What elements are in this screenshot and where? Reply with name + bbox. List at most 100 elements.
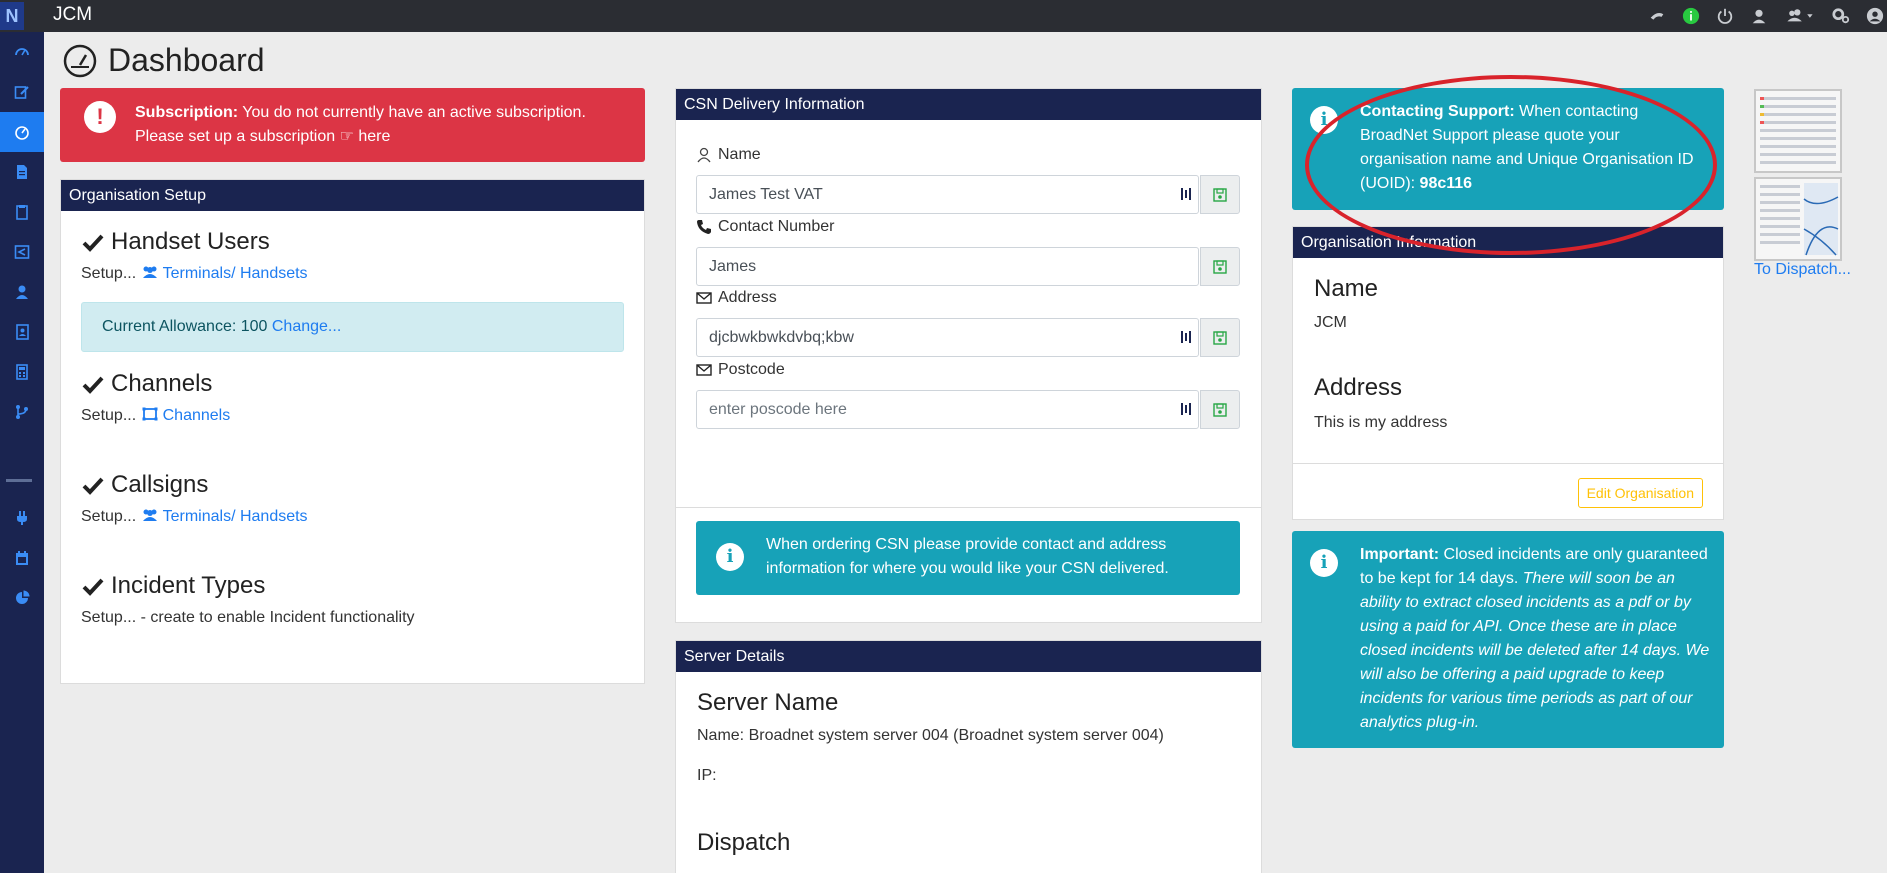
- callsigns-terminals-link[interactable]: Terminals/ Handsets: [141, 508, 308, 525]
- address-label-text: Address: [718, 289, 777, 306]
- important-text: Important: Closed incidents are only gua…: [1360, 543, 1710, 735]
- org-name-value: JCM: [1314, 314, 1347, 331]
- address-field-value[interactable]: djcbwkbwkdvbq;kbw: [709, 329, 854, 346]
- thumbs-up-icon: ☞: [339, 128, 359, 145]
- dashboard-icon: [63, 44, 97, 77]
- account-icon[interactable]: [1865, 6, 1885, 26]
- sidebar-pie-chart-icon[interactable]: [0, 578, 44, 618]
- save-contact-button[interactable]: [1200, 247, 1240, 286]
- check-icon: [82, 234, 104, 252]
- contact-number-field-value[interactable]: James: [709, 258, 756, 275]
- save-postcode-button[interactable]: [1200, 390, 1240, 429]
- subscription-alert: ! Subscription: You do not currently hav…: [60, 88, 645, 162]
- dispatch-preview-thumbnail[interactable]: [1754, 89, 1842, 173]
- sidebar-calendar-icon[interactable]: [0, 538, 44, 578]
- postcode-label: Postcode: [696, 361, 785, 379]
- server-name-line: Name: Broadnet system server 004 (Broadn…: [697, 727, 1164, 744]
- edit-organisation-button[interactable]: Edit Organisation: [1577, 478, 1703, 508]
- contact-number-field[interactable]: James: [696, 247, 1199, 286]
- org-address-title: Address: [1314, 374, 1403, 401]
- csn-delivery-header: CSN Delivery Information: [676, 89, 1261, 120]
- to-dispatch-link[interactable]: To Dispatch...: [1754, 261, 1851, 279]
- incident-types-title-text: Incident Types: [111, 572, 266, 599]
- dispatch-icon[interactable]: [1647, 6, 1667, 26]
- cogs-icon[interactable]: [1831, 6, 1851, 26]
- save-address-button[interactable]: [1200, 318, 1240, 357]
- channels-link[interactable]: Channels: [141, 407, 231, 424]
- channels-setup-label: Setup...: [81, 407, 137, 424]
- sidebar-plug-icon[interactable]: [0, 498, 44, 538]
- save-name-button[interactable]: [1200, 175, 1240, 214]
- sidebar-dashboard-icon[interactable]: [0, 32, 44, 72]
- object-group-icon: [142, 407, 158, 421]
- terminals-handsets-link-text[interactable]: Terminals/ Handsets: [163, 265, 308, 282]
- sidebar: [0, 32, 44, 873]
- top-navbar: N JCM: [0, 0, 1887, 32]
- server-name-title: Server Name: [697, 689, 839, 716]
- sidebar-edit-icon[interactable]: [0, 72, 44, 112]
- sidebar-clipboard-icon[interactable]: [0, 192, 44, 232]
- org-address-value: This is my address: [1314, 414, 1448, 431]
- check-icon: [82, 578, 104, 596]
- name-field-value[interactable]: James Test VAT: [709, 186, 823, 203]
- important-label: Important:: [1360, 546, 1440, 563]
- dispatch-title: Dispatch: [697, 829, 791, 856]
- sidebar-address-book-icon[interactable]: [0, 312, 44, 352]
- app-title[interactable]: JCM: [53, 4, 92, 26]
- dispatch-map-thumbnail[interactable]: [1754, 177, 1842, 261]
- sidebar-user-icon[interactable]: [0, 272, 44, 312]
- postcode-field-placeholder[interactable]: enter poscode here: [709, 401, 847, 418]
- support-label: Contacting Support:: [1360, 103, 1515, 120]
- server-ip-line: IP:: [697, 767, 717, 784]
- postcode-field[interactable]: enter poscode here: [696, 390, 1199, 429]
- callsigns-title-text: Callsigns: [111, 471, 209, 498]
- name-field[interactable]: James Test VAT: [696, 175, 1199, 214]
- exclamation-icon: !: [84, 101, 116, 133]
- sidebar-file-icon[interactable]: [0, 152, 44, 192]
- page-title-text: Dashboard: [108, 42, 265, 78]
- sidebar-calculator-icon[interactable]: [0, 352, 44, 392]
- user-icon: [697, 147, 711, 163]
- channels-link-text[interactable]: Channels: [163, 407, 231, 424]
- callsigns-terminals-link-text[interactable]: Terminals/ Handsets: [163, 508, 308, 525]
- page-title: Dashboard: [62, 42, 265, 79]
- handset-users-title-text: Handset Users: [111, 228, 270, 255]
- terminals-handsets-link[interactable]: Terminals/ Handsets: [141, 265, 308, 282]
- user-secret-icon[interactable]: [1749, 6, 1769, 26]
- info-icon: i: [1310, 549, 1338, 577]
- csn-info-alert: i When ordering CSN please provide conta…: [696, 521, 1240, 595]
- change-allowance-link[interactable]: Change...: [272, 318, 341, 335]
- contacting-support-alert: i Contacting Support: When contacting Br…: [1292, 88, 1724, 210]
- check-icon: [82, 376, 104, 394]
- password-manager-icon[interactable]: [1180, 329, 1192, 345]
- subscription-alert-text: Subscription: You do not currently have …: [135, 101, 625, 149]
- address-field[interactable]: djcbwkbwkdvbq;kbw: [696, 318, 1199, 357]
- incident-types-setup: Setup... - create to enable Incident fun…: [81, 609, 415, 626]
- sidebar-separator: [6, 479, 32, 482]
- postcode-label-text: Postcode: [718, 361, 785, 378]
- topbar-icons: [1647, 3, 1887, 29]
- phone-icon: [697, 220, 711, 234]
- app-logo[interactable]: N: [0, 2, 24, 30]
- organisation-setup-card: Organisation Setup Handset Users Setup..…: [60, 179, 645, 684]
- power-icon[interactable]: [1715, 6, 1735, 26]
- password-manager-icon[interactable]: [1180, 401, 1192, 417]
- current-allowance-text: Current Allowance: 100: [102, 318, 272, 335]
- save-icon: [1213, 402, 1227, 417]
- password-manager-icon[interactable]: [1180, 186, 1192, 202]
- important-alert: i Important: Closed incidents are only g…: [1292, 531, 1724, 748]
- users-icon: [142, 266, 157, 278]
- save-icon: [1213, 187, 1227, 202]
- sidebar-share-icon[interactable]: [0, 232, 44, 272]
- subscription-link[interactable]: here: [358, 128, 390, 145]
- sidebar-dashboard-active-icon[interactable]: [0, 112, 44, 152]
- channels-setup: Setup... Channels: [81, 407, 230, 425]
- users-icon: [142, 509, 157, 521]
- users-dropdown-icon[interactable]: [1783, 6, 1817, 26]
- save-icon: [1213, 259, 1227, 274]
- info-icon[interactable]: [1681, 6, 1701, 26]
- contact-number-label: Contact Number: [696, 218, 835, 236]
- subscription-label: Subscription:: [135, 104, 239, 121]
- channels-title-text: Channels: [111, 370, 213, 397]
- sidebar-branch-icon[interactable]: [0, 392, 44, 432]
